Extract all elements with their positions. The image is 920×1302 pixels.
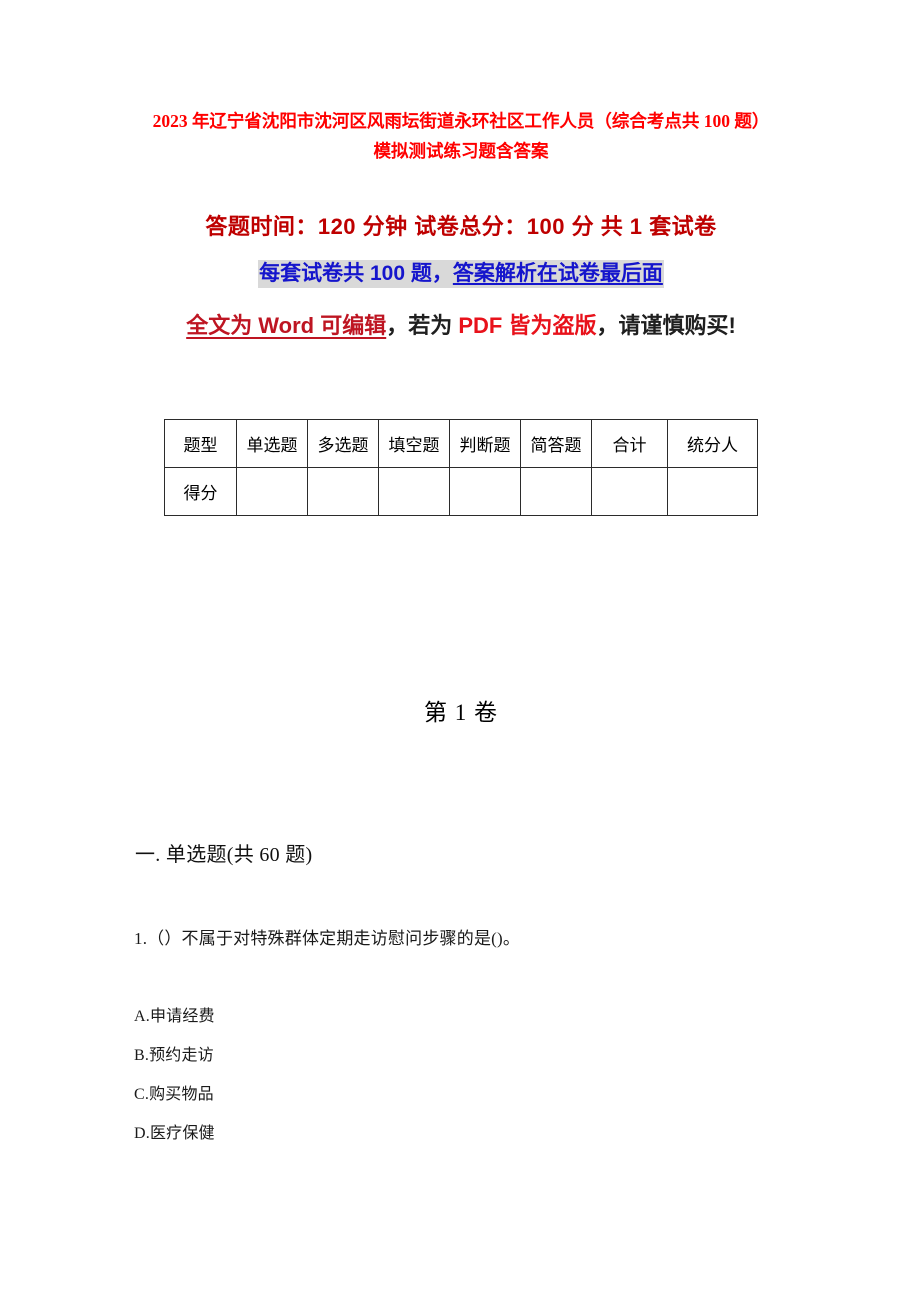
score-cell-single[interactable] <box>236 467 308 516</box>
table-header-cell-marker: 统分人 <box>667 419 758 468</box>
score-cell-total[interactable] <box>591 467 668 516</box>
question-count-prefix: 每套试卷共 100 题， <box>259 262 453 285</box>
answer-location-note: 答案解析在试卷最后面 <box>452 262 663 285</box>
question-count-line: 每套试卷共 100 题，答案解析在试卷最后面 <box>145 257 777 291</box>
option-a[interactable]: A.申请经费 <box>134 1004 634 1043</box>
section-heading-single-choice: 一. 单选题(共 60 题) <box>135 844 313 866</box>
option-d[interactable]: D.医疗保健 <box>134 1121 634 1160</box>
option-b[interactable]: B.预约走访 <box>134 1043 634 1082</box>
question-options: A.申请经费 B.预约走访 C.购买物品 D.医疗保健 <box>134 1004 634 1160</box>
score-cell-blank[interactable] <box>378 467 450 516</box>
warning-separator-2: ，请谨慎购买! <box>596 313 736 338</box>
table-header-row: 题型 单选题 多选题 填空题 判断题 简答题 合计 统分人 <box>164 419 758 468</box>
option-c[interactable]: C.购买物品 <box>134 1082 634 1121</box>
table-row: 得分 <box>164 467 758 516</box>
question-text: 1.（）不属于对特殊群体定期走访慰问步骤的是()。 <box>134 929 521 948</box>
score-cell-judge[interactable] <box>449 467 521 516</box>
word-editable-note: 全文为 Word 可编辑 <box>186 313 387 338</box>
table-row-label: 得分 <box>164 467 237 516</box>
exam-info-line: 答题时间：120 分钟 试卷总分：100 分 共 1 套试卷 <box>205 214 717 239</box>
warning-separator-1: ，若为 <box>386 313 459 338</box>
page-title: 2023 年辽宁省沈阳市沈河区风雨坛街道永环社区工作人员（综合考点共 100 题… <box>152 111 770 161</box>
document-page: 2023 年辽宁省沈阳市沈河区风雨坛街道永环社区工作人员（综合考点共 100 题… <box>0 0 920 1302</box>
table-header-cell-judge: 判断题 <box>449 419 521 468</box>
table-header-cell-type: 题型 <box>164 419 237 468</box>
piracy-warning-line: 全文为 Word 可编辑，若为 PDF 皆为盗版，请谨慎购买! <box>145 305 777 347</box>
table-header-cell-short: 简答题 <box>520 419 592 468</box>
volume-heading: 第 1 卷 <box>424 700 498 725</box>
table-header-cell-total: 合计 <box>591 419 668 468</box>
score-table: 题型 单选题 多选题 填空题 判断题 简答题 合计 统分人 得分 <box>164 419 758 516</box>
table-header-cell-multi: 多选题 <box>307 419 379 468</box>
score-cell-multi[interactable] <box>307 467 379 516</box>
table-header-cell-single: 单选题 <box>236 419 308 468</box>
pdf-pirated-note: PDF 皆为盗版 <box>458 313 597 338</box>
table-header-cell-blank: 填空题 <box>378 419 450 468</box>
score-cell-short[interactable] <box>520 467 592 516</box>
score-cell-marker[interactable] <box>667 467 758 516</box>
